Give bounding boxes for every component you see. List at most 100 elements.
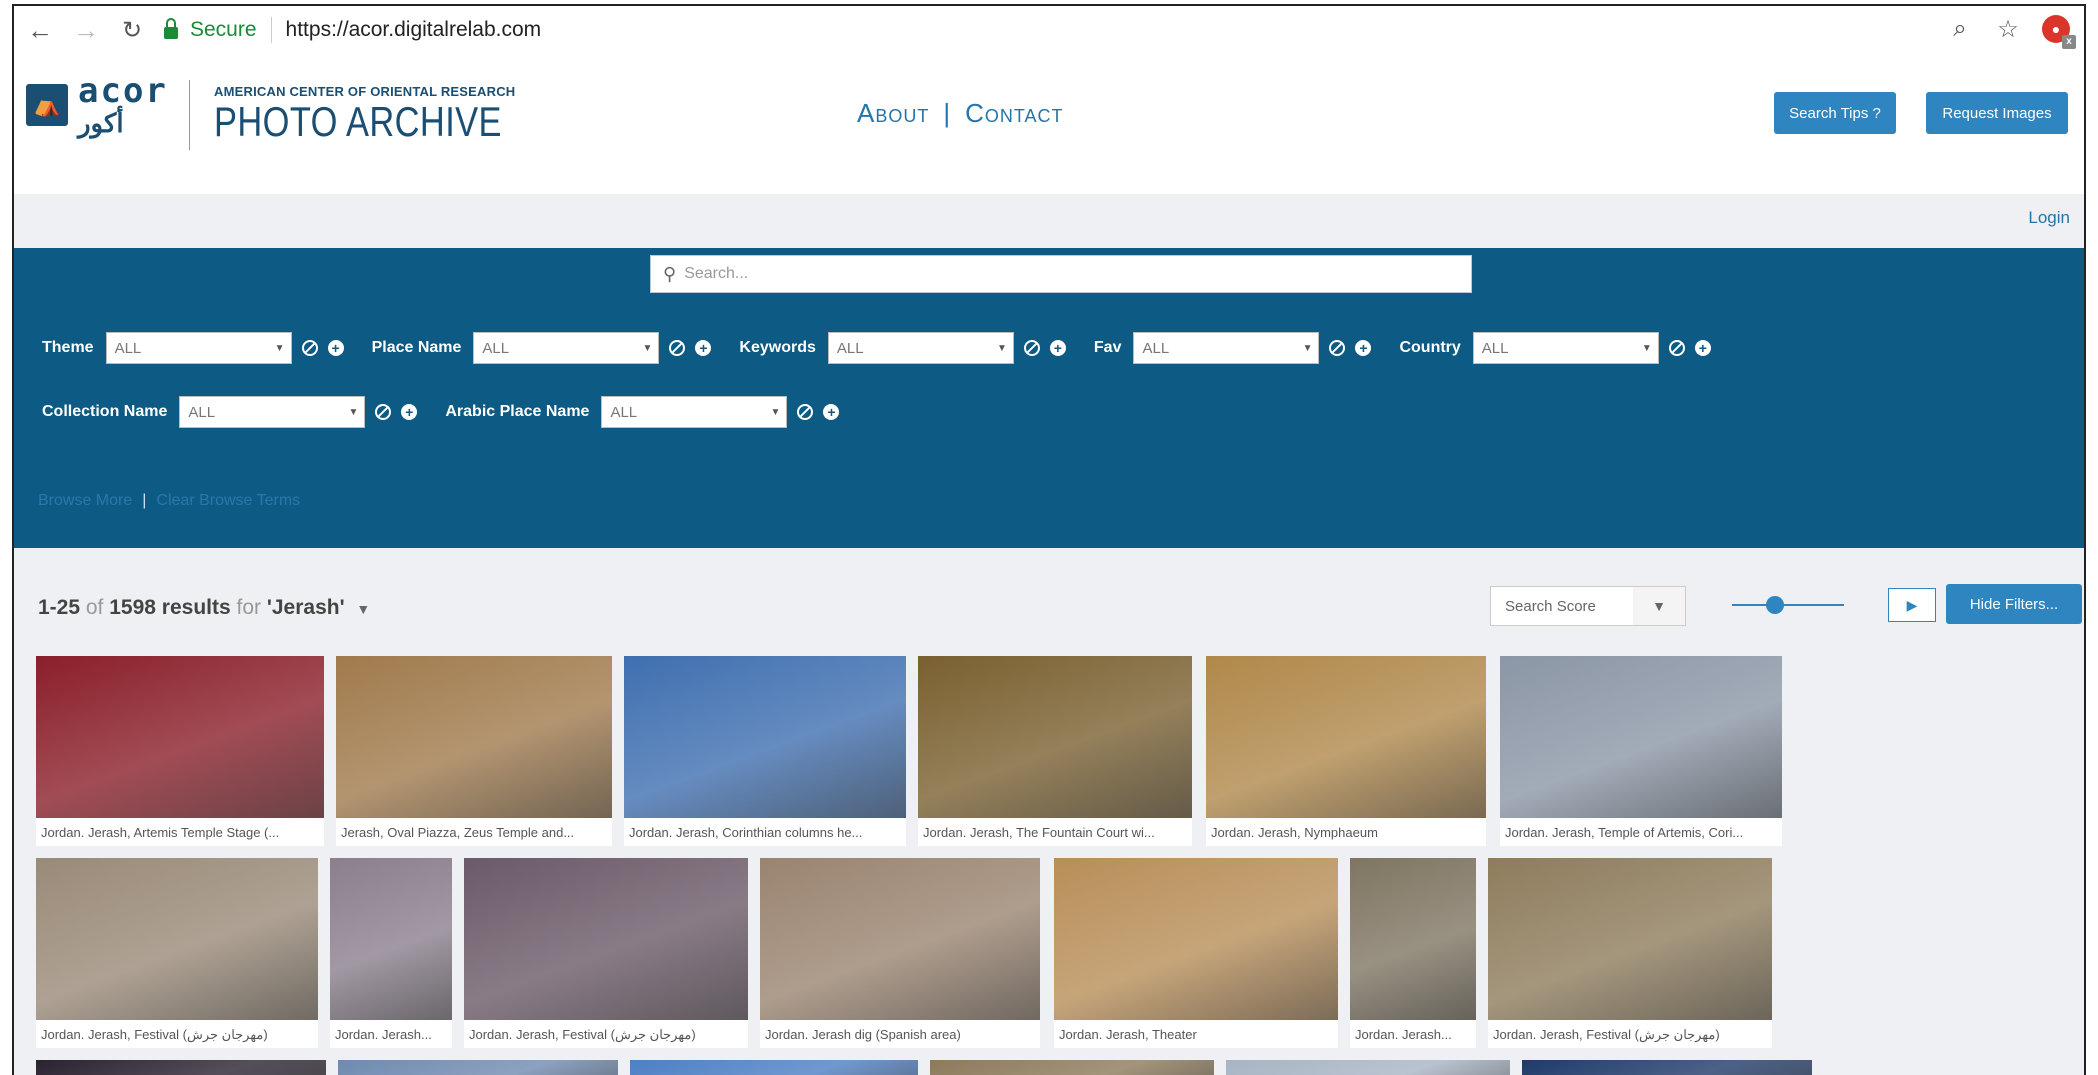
forward-icon[interactable]: → [70,14,102,46]
add-filter-icon[interactable]: + [401,404,418,420]
thumbnail-image [1206,656,1486,818]
add-filter-icon[interactable]: + [1355,340,1372,356]
slideshow-play-button[interactable]: ▶ [1888,588,1936,622]
back-icon[interactable]: ← [24,14,56,46]
result-thumbnail[interactable]: Jordan. Jerash, The Fountain Court wi... [918,656,1192,846]
browser-toolbar: ← → ↻ Secure https://acor.digitalrelab.c… [14,6,2084,55]
about-link[interactable]: About [857,98,929,129]
result-thumbnail[interactable]: Jordan. Jerash... [330,858,452,1048]
thumbnail-size-slider[interactable] [1732,604,1844,606]
thumbnail-caption: Jordan. Jerash... [1355,1027,1452,1042]
login-link[interactable]: Login [2028,208,2070,228]
thumbnail-caption: Jordan. Jerash, Nymphaeum [1211,825,1378,840]
add-filter-icon[interactable]: + [1049,340,1066,356]
result-thumbnail[interactable]: Jordan. Jerash, Festival (مهرجان جرش) [464,858,748,1048]
clear-filter-icon[interactable] [1668,340,1685,356]
result-thumbnail[interactable]: Jordan. Jerash, Corinthian columns he... [624,656,906,846]
result-thumbnail[interactable] [1522,1060,1812,1075]
clear-filter-icon[interactable] [301,340,318,356]
address-bar[interactable]: Secure https://acor.digitalrelab.com [164,11,1864,49]
zoom-icon[interactable]: ⌕ [1946,14,1974,44]
result-thumbnail[interactable] [36,1060,326,1075]
select-value: ALL [610,403,638,421]
arabic-place-name-select[interactable]: ALL ▼ [601,396,788,428]
clear-filter-icon[interactable] [669,340,686,356]
clear-filter-icon[interactable] [1329,340,1346,356]
archive-title: PHOTO ARCHIVE [214,98,502,145]
theme-select[interactable]: ALL ▼ [105,332,292,364]
result-thumbnail[interactable] [1226,1060,1510,1075]
thumbnail-image [630,1060,918,1075]
fav-select[interactable]: ALL ▼ [1133,332,1320,364]
login-bar: Login [14,194,2084,248]
contact-link[interactable]: Contact [965,98,1063,129]
result-thumbnail[interactable]: Jerash, Oval Piazza, Zeus Temple and... [336,656,612,846]
filter-place-name: Place Name ALL ▼ + [372,332,712,364]
select-value: ALL [114,339,142,357]
request-images-button[interactable]: Request Images [1926,92,2068,134]
add-filter-icon[interactable]: + [1694,340,1711,356]
filter-label: Place Name [371,339,462,356]
browse-separator: | [142,492,147,509]
thumbnail-image [1522,1060,1812,1075]
filter-arabic-place-name: Arabic Place Name ALL ▼ + [445,396,840,428]
result-thumbnail[interactable] [338,1060,618,1075]
thumbnail-image [1350,858,1476,1020]
thumbnail-caption: Jordan. Jerash dig (Spanish area) [765,1027,961,1042]
bookmark-star-icon[interactable]: ☆ [1994,14,2022,44]
results-area: 1-25 of 1598 results for 'Jerash' ▼ Sear… [14,548,2084,1075]
chevron-down-icon: ▼ [348,406,359,418]
search-input[interactable] [682,264,1447,284]
result-thumbnail[interactable]: Jordan. Jerash, Theater [1054,858,1338,1048]
result-thumbnail[interactable]: Jordan. Jerash, Festival (مهرجان جرش) [36,858,318,1048]
collection-name-select[interactable]: ALL ▼ [179,396,366,428]
add-filter-icon[interactable]: + [695,340,712,356]
query-dropdown-icon[interactable]: ▼ [356,601,370,617]
filter-keywords: Keywords ALL ▼ + [739,332,1066,364]
search-tips-button[interactable]: Search Tips ? [1774,92,1896,134]
select-value: ALL [188,403,216,421]
country-select[interactable]: ALL ▼ [1472,332,1659,364]
place-name-select[interactable]: ALL ▼ [473,332,660,364]
thumbnail-image [1226,1060,1510,1075]
add-filter-icon[interactable]: + [327,340,344,356]
result-thumbnail[interactable]: Jordan. Jerash, Artemis Temple Stage (..… [36,656,324,846]
filter-row-2: Collection Name ALL ▼ + Arabic Place Name… [42,396,867,428]
search-box[interactable]: ⚲ [650,255,1472,293]
extension-icon[interactable]: ● [2042,15,2076,49]
result-thumbnail[interactable]: Jordan. Jerash, Nymphaeum [1206,656,1486,846]
result-thumbnail[interactable]: Jordan. Jerash dig (Spanish area) [760,858,1040,1048]
hide-filters-button[interactable]: Hide Filters... [1946,584,2082,624]
url-text[interactable]: https://acor.digitalrelab.com [286,18,542,42]
result-thumbnail[interactable] [630,1060,918,1075]
thumbnail-caption: Jordan. Jerash, Temple of Artemis, Cori.… [1505,825,1744,840]
results-for: for [236,596,262,619]
browser-actions: ⌕ ☆ ● [1946,14,2076,49]
clear-filter-icon[interactable] [375,404,392,420]
clear-browse-terms-link[interactable]: Clear Browse Terms [156,492,300,510]
filter-theme: Theme ALL ▼ + [42,332,344,364]
slider-handle[interactable] [1766,596,1784,614]
result-thumbnail[interactable]: Jordan. Jerash, Festival (مهرجان جرش) [1488,858,1772,1048]
results-query: 'Jerash' [266,596,345,619]
browser-window: ← → ↻ Secure https://acor.digitalrelab.c… [12,4,2086,1075]
result-thumbnail[interactable]: Jordan. Jerash... [1350,858,1476,1048]
filter-label: Collection Name [42,403,168,420]
reload-icon[interactable]: ↻ [116,14,148,46]
logo-text-ar: أكور [78,108,124,138]
clear-filter-icon[interactable] [797,404,814,420]
add-filter-icon[interactable]: + [823,404,840,420]
sort-select[interactable]: Search Score ▼ [1490,586,1686,626]
clear-filter-icon[interactable] [1023,340,1040,356]
result-thumbnail[interactable]: Jordan. Jerash, Temple of Artemis, Cori.… [1500,656,1782,846]
acor-logo[interactable]: ⛺ acor أكور [26,74,168,136]
logo-divider [189,80,190,150]
archive-subtitle: AMERICAN CENTER OF ORIENTAL RESEARCH [214,84,516,99]
thumbnail-caption: Jordan. Jerash, Artemis Temple Stage (..… [41,825,280,840]
thumbnail-caption: Jordan. Jerash, Festival (مهرجان جرش) [469,1027,696,1042]
results-total: 1598 results [109,596,231,619]
browse-more-link[interactable]: Browse More [38,492,132,510]
result-thumbnail[interactable] [930,1060,1214,1075]
thumbnail-image [1500,656,1782,818]
keywords-select[interactable]: ALL ▼ [827,332,1014,364]
